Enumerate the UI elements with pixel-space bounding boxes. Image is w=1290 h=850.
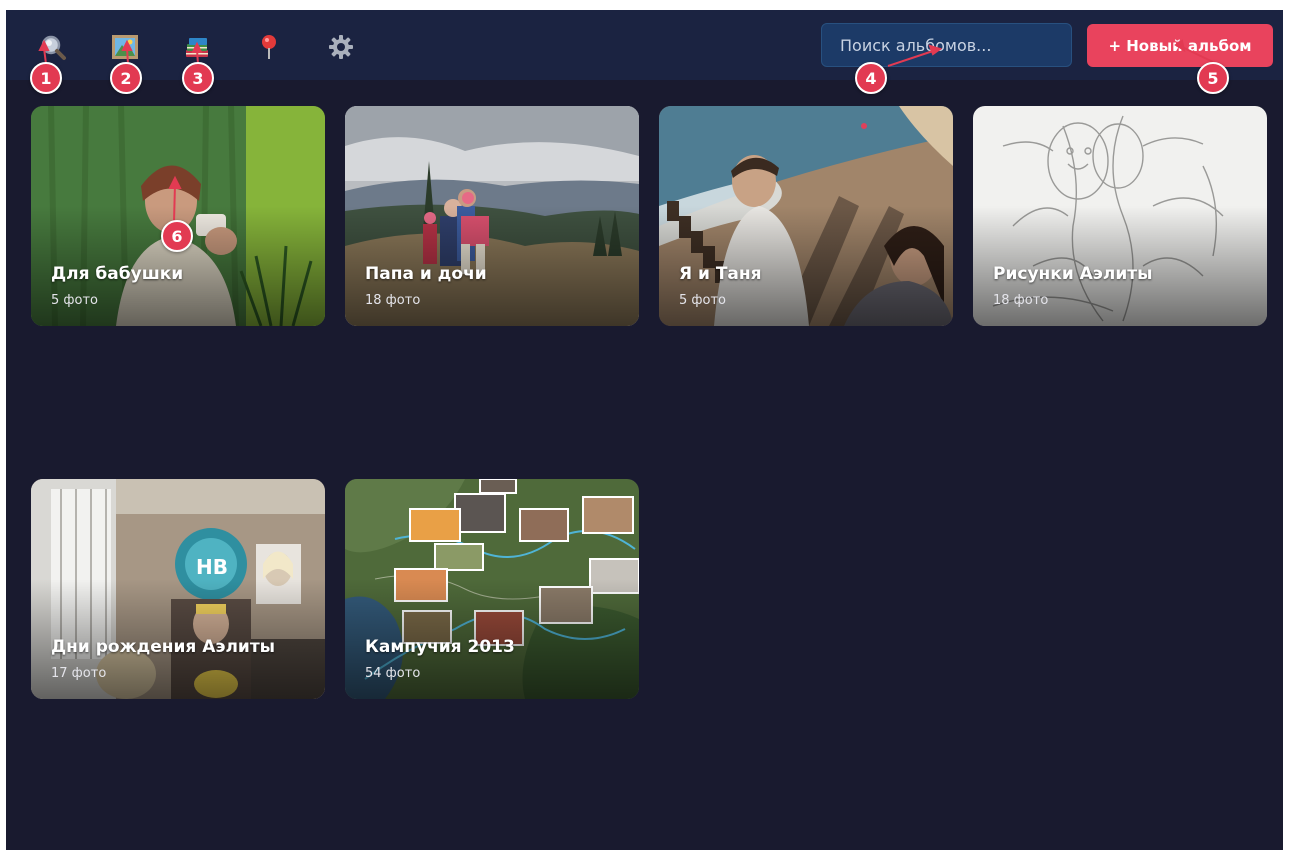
- gallery-icon[interactable]: [110, 32, 140, 62]
- album-title: Для бабушки: [51, 264, 184, 284]
- album-title: Я и Таня: [679, 264, 762, 284]
- album-card[interactable]: Для бабушки 5 фото: [31, 106, 325, 326]
- annotation-marker: 6: [161, 220, 193, 252]
- album-card[interactable]: Папа и дочи 18 фото: [345, 106, 639, 326]
- annotation-marker: 5: [1197, 62, 1229, 94]
- album-title: Рисунки Аэлиты: [993, 264, 1153, 284]
- album-title: Папа и дочи: [365, 264, 487, 284]
- new-album-button[interactable]: + Новый альбом: [1087, 24, 1273, 67]
- album-photo-count: 17 фото: [51, 666, 107, 681]
- album-card[interactable]: Я и Таня 5 фото: [659, 106, 953, 326]
- albums-icon[interactable]: [182, 32, 212, 62]
- balloon-lettering: HB: [196, 555, 228, 579]
- album-title: Кампучия 2013: [365, 637, 515, 657]
- search-input[interactable]: [821, 23, 1072, 67]
- album-card[interactable]: Кампучия 2013 54 фото: [345, 479, 639, 699]
- annotation-marker: 1: [30, 62, 62, 94]
- search-icon[interactable]: [38, 32, 68, 62]
- album-photo-count: 18 фото: [365, 293, 421, 308]
- annotation-marker: 4: [855, 62, 887, 94]
- annotation-marker: 2: [110, 62, 142, 94]
- album-title: Дни рождения Аэлиты: [51, 637, 276, 657]
- album-card[interactable]: HB Дни рождения Аэлиты 17 фото: [31, 479, 325, 699]
- map-pin-icon[interactable]: [254, 32, 284, 62]
- album-photo-count: 5 фото: [51, 293, 98, 308]
- album-photo-count: 54 фото: [365, 666, 421, 681]
- gear-icon[interactable]: [326, 32, 356, 62]
- album-photo-count: 18 фото: [993, 293, 1049, 308]
- album-photo-count: 5 фото: [679, 293, 726, 308]
- app-window: + Новый альбом: [6, 10, 1283, 850]
- annotation-marker: 3: [182, 62, 214, 94]
- album-card[interactable]: Рисунки Аэлиты 18 фото: [973, 106, 1267, 326]
